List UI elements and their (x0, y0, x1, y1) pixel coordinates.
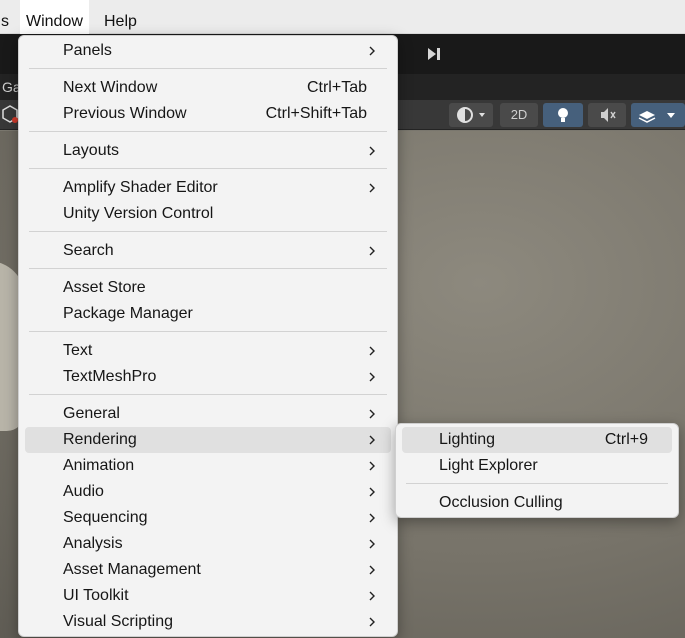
menu-item-label: Asset Management (63, 561, 201, 578)
menu-separator (29, 231, 387, 232)
menu-item-label: UI Toolkit (63, 587, 129, 604)
menu-item-label: General (63, 405, 120, 422)
menu-item-analysis[interactable]: Analysis (25, 531, 391, 557)
step-forward-icon[interactable] (418, 40, 450, 68)
menu-item-label: Occlusion Culling (439, 494, 563, 511)
menu-item-shortcut: Ctrl+9 (604, 431, 648, 448)
menu-item-label: Amplify Shader Editor (63, 179, 218, 196)
menu-item-label: Visual Scripting (63, 613, 173, 630)
chevron-right-icon (367, 183, 377, 193)
menu-separator (29, 394, 387, 395)
lighting-toggle-icon[interactable] (543, 103, 583, 127)
menu-item-lighting[interactable]: Lighting Ctrl+9 (402, 427, 672, 453)
menu-item-audio[interactable]: Audio (25, 479, 391, 505)
chevron-right-icon (367, 346, 377, 356)
menu-item-layouts[interactable]: Layouts (25, 138, 391, 164)
menu-separator (29, 68, 387, 69)
chevron-right-icon (367, 372, 377, 382)
menubar-item-tools[interactable]: s (0, 0, 15, 34)
chevron-right-icon (367, 513, 377, 523)
menu-item-label: Package Manager (63, 305, 193, 322)
menu-item-textmeshpro[interactable]: TextMeshPro (25, 364, 391, 390)
chevron-right-icon (367, 46, 377, 56)
chevron-right-icon (367, 246, 377, 256)
menu-item-label: Asset Store (63, 279, 146, 296)
menu-item-panels[interactable]: Panels (25, 38, 391, 64)
menu-item-light-explorer[interactable]: Light Explorer (402, 453, 672, 479)
menu-item-sequencing[interactable]: Sequencing (25, 505, 391, 531)
menu-separator (29, 331, 387, 332)
menu-item-ui-toolkit[interactable]: UI Toolkit (25, 583, 391, 609)
menu-item-text[interactable]: Text (25, 338, 391, 364)
shading-mode-icon[interactable] (449, 103, 493, 127)
menubar-item-help[interactable]: Help (98, 0, 143, 34)
menu-item-label: Lighting (439, 431, 496, 448)
menu-item-label: Text (63, 342, 93, 359)
menu-item-general[interactable]: General (25, 401, 391, 427)
menu-item-package-manager[interactable]: Package Manager (25, 301, 391, 327)
menu-item-label: Animation (63, 457, 135, 474)
menu-item-visual-scripting[interactable]: Visual Scripting (25, 609, 391, 635)
menu-separator (406, 483, 668, 484)
menu-item-shortcut: Ctrl+Tab (306, 79, 367, 96)
menu-item-label: Audio (63, 483, 104, 500)
menu-item-occlusion-culling[interactable]: Occlusion Culling (402, 490, 672, 516)
menu-item-label: Layouts (63, 142, 120, 159)
menu-bar: s Window Help (0, 0, 685, 34)
chevron-right-icon (367, 461, 377, 471)
menu-separator (29, 131, 387, 132)
menu-item-label: Light Explorer (439, 457, 538, 474)
menubar-item-window[interactable]: Window (20, 0, 89, 34)
window-menu: Panels Next Window Ctrl+Tab Previous Win… (18, 35, 398, 637)
menu-item-previous-window[interactable]: Previous Window Ctrl+Shift+Tab (25, 101, 391, 127)
menu-item-label: Panels (63, 42, 112, 59)
scene-gizmo-icon[interactable] (0, 103, 20, 125)
chevron-right-icon (367, 591, 377, 601)
chevron-right-icon (367, 146, 377, 156)
chevron-right-icon (367, 487, 377, 497)
chevron-right-icon (367, 435, 377, 445)
menu-item-next-window[interactable]: Next Window Ctrl+Tab (25, 75, 391, 101)
menu-separator (29, 268, 387, 269)
menu-separator (29, 168, 387, 169)
audio-mute-icon[interactable] (588, 103, 626, 127)
menu-item-label: Previous Window (63, 105, 187, 122)
menu-item-unity-version-control[interactable]: Unity Version Control (25, 201, 391, 227)
menu-item-label: Rendering (63, 431, 137, 448)
chevron-right-icon (367, 409, 377, 419)
menu-item-label: Sequencing (63, 509, 148, 526)
menu-item-asset-store[interactable]: Asset Store (25, 275, 391, 301)
effects-layers-icon[interactable] (631, 103, 685, 127)
menu-item-label: Unity Version Control (63, 205, 214, 222)
menu-item-shortcut: Ctrl+Shift+Tab (265, 105, 367, 122)
menu-item-asset-management[interactable]: Asset Management (25, 557, 391, 583)
menu-item-animation[interactable]: Animation (25, 453, 391, 479)
menu-item-label: TextMeshPro (63, 368, 157, 385)
2d-toggle-button[interactable]: 2D (500, 103, 538, 127)
chevron-right-icon (367, 565, 377, 575)
menu-item-rendering[interactable]: Rendering (25, 427, 391, 453)
menu-item-label: Next Window (63, 79, 158, 96)
rendering-submenu: Lighting Ctrl+9 Light Explorer Occlusion… (395, 423, 679, 518)
menu-item-search[interactable]: Search (25, 238, 391, 264)
menu-item-label: Search (63, 242, 114, 259)
menu-item-label: Analysis (63, 535, 123, 552)
chevron-right-icon (367, 617, 377, 627)
chevron-right-icon (367, 539, 377, 549)
menu-item-amplify-shader-editor[interactable]: Amplify Shader Editor (25, 175, 391, 201)
